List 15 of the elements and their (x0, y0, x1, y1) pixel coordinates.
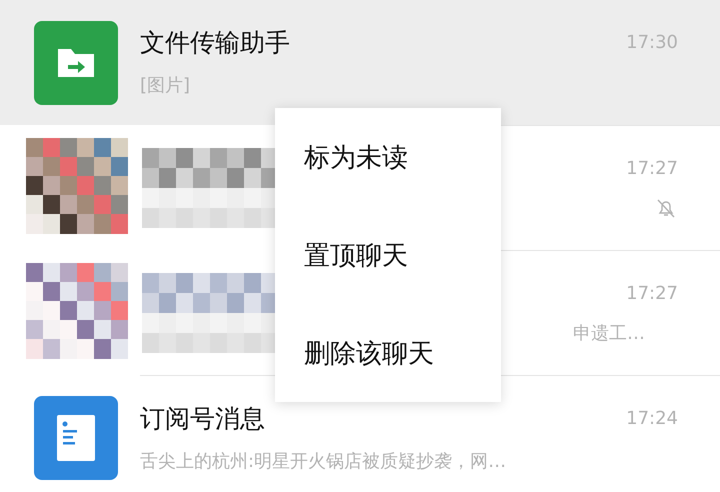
menu-item[interactable]: 标为未读 (275, 140, 501, 174)
document-icon (34, 396, 118, 480)
message-preview: 申遗工… (573, 322, 645, 345)
chat-time: 17:27 (626, 158, 678, 178)
chat-time: 17:30 (626, 32, 678, 53)
chat-name: 文件传输助手 (140, 27, 290, 59)
chat-time: 17:27 (626, 282, 678, 304)
menu-item[interactable]: 删除该聊天 (275, 336, 501, 370)
message-preview: 舌尖上的杭州:明星开火锅店被质疑抄袭，网… (140, 450, 506, 472)
chat-name: 订阅号消息 (140, 402, 265, 434)
folder-icon (34, 20, 118, 104)
chat-time: 17:24 (626, 408, 678, 428)
chat-row[interactable]: 文件传输助手 17:30 [图片] (0, 0, 720, 125)
message-preview: [图片] (140, 74, 190, 97)
menu-item[interactable]: 置顶聊天 (275, 238, 501, 272)
